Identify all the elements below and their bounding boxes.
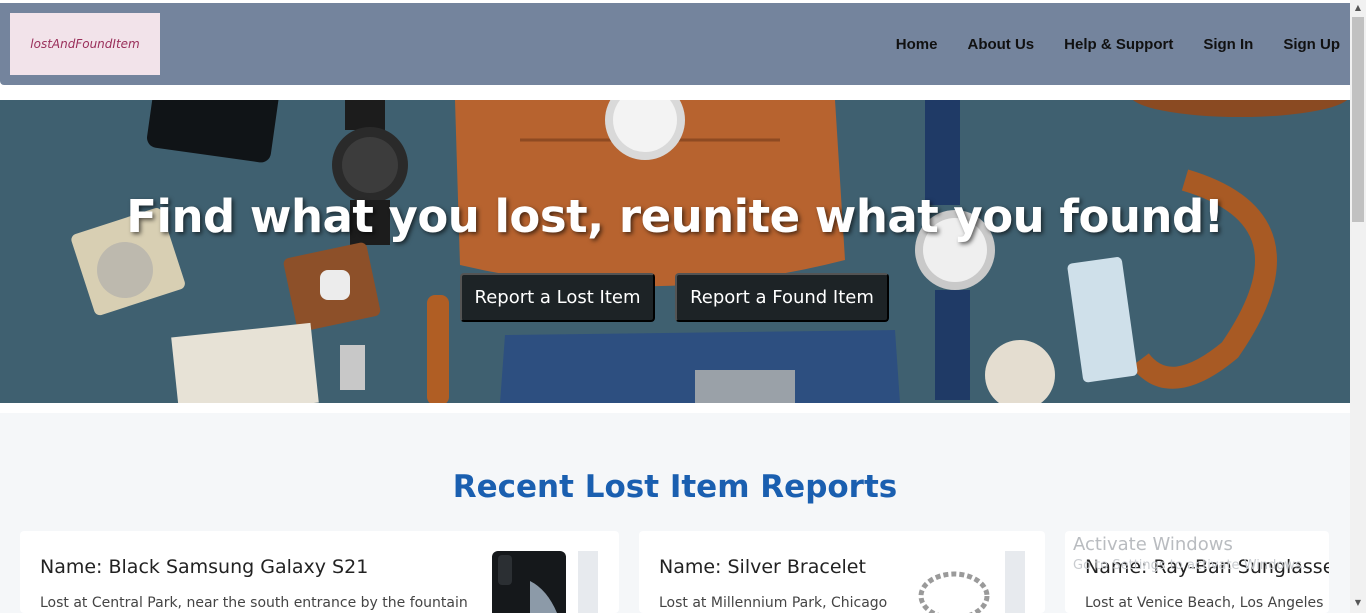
scroll-down-arrow-icon[interactable]: ▼	[1350, 595, 1366, 611]
card-scroll-indicator	[578, 551, 598, 613]
bracelet-image	[918, 571, 990, 613]
lost-item-card[interactable]: Name: Black Samsung Galaxy S21 Lost at C…	[20, 531, 619, 613]
hero-background-image	[0, 100, 1350, 403]
phone-image	[492, 551, 566, 613]
nav-links: Home About Us Help & Support Sign In Sig…	[866, 3, 1340, 85]
scroll-up-arrow-icon[interactable]: ▲	[1350, 0, 1366, 16]
nav-help-link[interactable]: Help & Support	[1064, 36, 1173, 53]
report-lost-item-button[interactable]: Report a Lost Item	[460, 273, 655, 322]
nav-signup-link[interactable]: Sign Up	[1283, 36, 1340, 53]
nav-signin-link[interactable]: Sign In	[1203, 36, 1253, 53]
lost-item-card[interactable]: Name: Silver Bracelet Lost at Millennium…	[639, 531, 1045, 613]
card-name: Name: Black Samsung Galaxy S21	[40, 556, 369, 578]
hero-title: Find what you lost, reunite what you fou…	[126, 190, 1224, 243]
card-description: Lost at Central Park, near the south ent…	[40, 595, 468, 611]
recent-reports-title: Recent Lost Item Reports	[452, 469, 898, 505]
nav-home-link[interactable]: Home	[896, 36, 938, 53]
card-scroll-indicator	[1005, 551, 1025, 613]
nav-about-link[interactable]: About Us	[967, 36, 1034, 53]
site-logo[interactable]: lostAndFoundItem	[10, 13, 160, 75]
scrollbar-thumb[interactable]	[1352, 17, 1364, 222]
navbar: lostAndFoundItem Home About Us Help & Su…	[0, 3, 1350, 85]
card-description: Lost at Millennium Park, Chicago	[659, 595, 888, 611]
hero-banner	[0, 100, 1350, 403]
card-description: Lost at Venice Beach, Los Angeles	[1085, 595, 1324, 611]
windows-activation-subtext: Go to Settings to activate Windows.	[1073, 558, 1306, 573]
report-found-item-button[interactable]: Report a Found Item	[675, 273, 889, 322]
logo-text: lostAndFoundItem	[30, 37, 140, 51]
card-name: Name: Silver Bracelet	[659, 556, 866, 578]
windows-activation-watermark: Activate Windows	[1073, 534, 1233, 555]
